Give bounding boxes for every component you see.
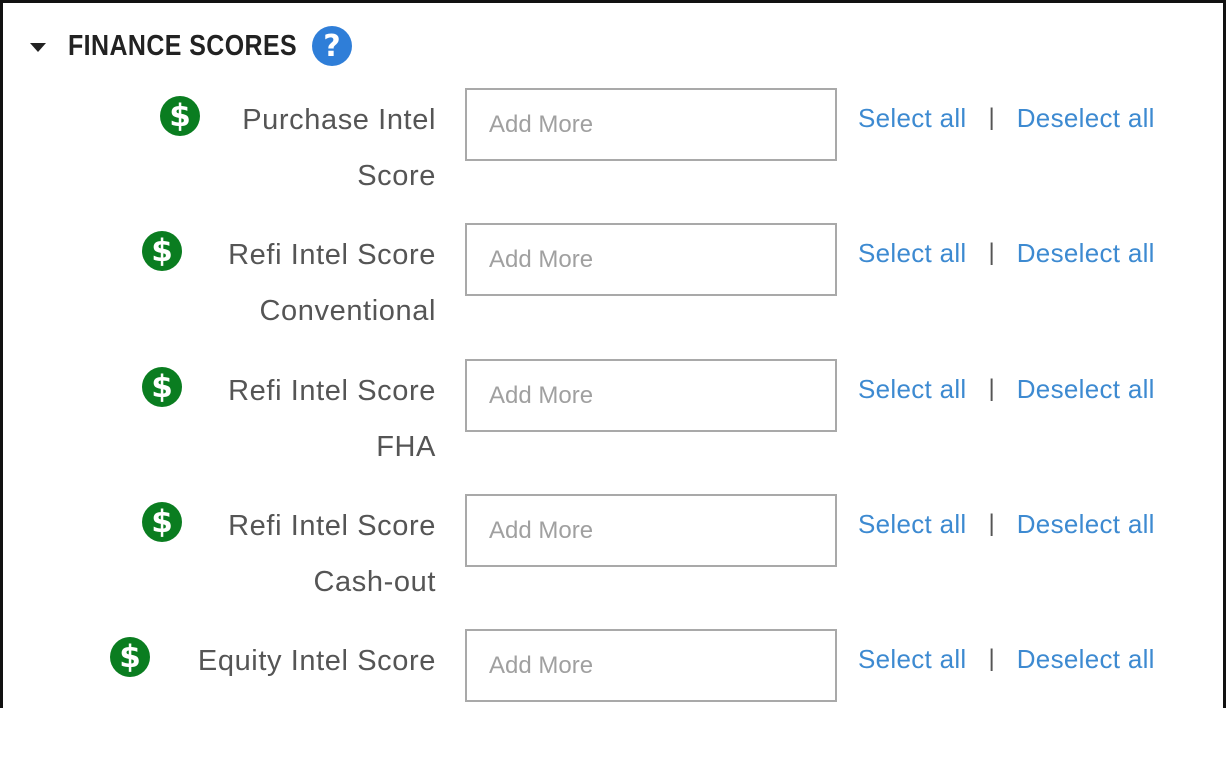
deselect-all-link[interactable]: Deselect all: [1017, 374, 1155, 405]
section-header[interactable]: FINANCE SCORES ?: [30, 26, 352, 66]
score-label-line1: Equity Intel Score: [197, 645, 436, 677]
selection-actions: Select all | Deselect all: [858, 504, 1155, 544]
select-all-link[interactable]: Select all: [858, 509, 967, 540]
separator: |: [988, 104, 995, 131]
score-label-line2: Conventional: [259, 295, 436, 327]
section-title: FINANCE SCORES: [68, 29, 298, 62]
select-all-link[interactable]: Select all: [858, 644, 967, 675]
deselect-all-link[interactable]: Deselect all: [1017, 103, 1155, 134]
score-label: Refi Intel Score Conventional: [76, 227, 436, 339]
score-label-line2: Cash-out: [313, 566, 436, 598]
score-label: Refi Intel Score Cash-out: [76, 498, 436, 610]
score-label: Refi Intel Score FHA: [76, 363, 436, 475]
score-row: $ Purchase Intel Score Select all | Dese…: [0, 88, 1226, 224]
score-row: $ Refi Intel Score FHA Select all | Dese…: [0, 359, 1226, 495]
score-row: $ Refi Intel Score Cash-out Select all |…: [0, 494, 1226, 630]
score-row: $ Equity Intel Score Select all | Desele…: [0, 629, 1226, 765]
selection-actions: Select all | Deselect all: [858, 639, 1155, 679]
add-more-input[interactable]: [465, 359, 837, 432]
score-label-line1: Refi Intel Score: [228, 510, 436, 542]
score-row: $ Refi Intel Score Conventional Select a…: [0, 223, 1226, 359]
selection-actions: Select all | Deselect all: [858, 98, 1155, 138]
separator: |: [988, 375, 995, 402]
deselect-all-link[interactable]: Deselect all: [1017, 238, 1155, 269]
score-label-line1: Purchase Intel: [242, 104, 436, 136]
select-all-link[interactable]: Select all: [858, 238, 967, 269]
caret-down-icon[interactable]: [30, 42, 46, 52]
add-more-input[interactable]: [465, 88, 837, 161]
score-label-line2: Score: [357, 160, 436, 192]
add-more-input[interactable]: [465, 494, 837, 567]
score-label: Purchase Intel Score: [76, 92, 436, 204]
score-label-line2: FHA: [376, 431, 436, 463]
add-more-input[interactable]: [465, 629, 837, 702]
selection-actions: Select all | Deselect all: [858, 369, 1155, 409]
score-label-line1: Refi Intel Score: [228, 239, 436, 271]
select-all-link[interactable]: Select all: [858, 374, 967, 405]
score-label-line1: Refi Intel Score: [228, 375, 436, 407]
score-label: Equity Intel Score: [76, 633, 436, 689]
selection-actions: Select all | Deselect all: [858, 233, 1155, 273]
select-all-link[interactable]: Select all: [858, 103, 967, 134]
deselect-all-link[interactable]: Deselect all: [1017, 644, 1155, 675]
question-circle-icon[interactable]: ?: [312, 26, 352, 66]
add-more-input[interactable]: [465, 223, 837, 296]
separator: |: [988, 645, 995, 672]
deselect-all-link[interactable]: Deselect all: [1017, 509, 1155, 540]
separator: |: [988, 239, 995, 266]
separator: |: [988, 510, 995, 537]
